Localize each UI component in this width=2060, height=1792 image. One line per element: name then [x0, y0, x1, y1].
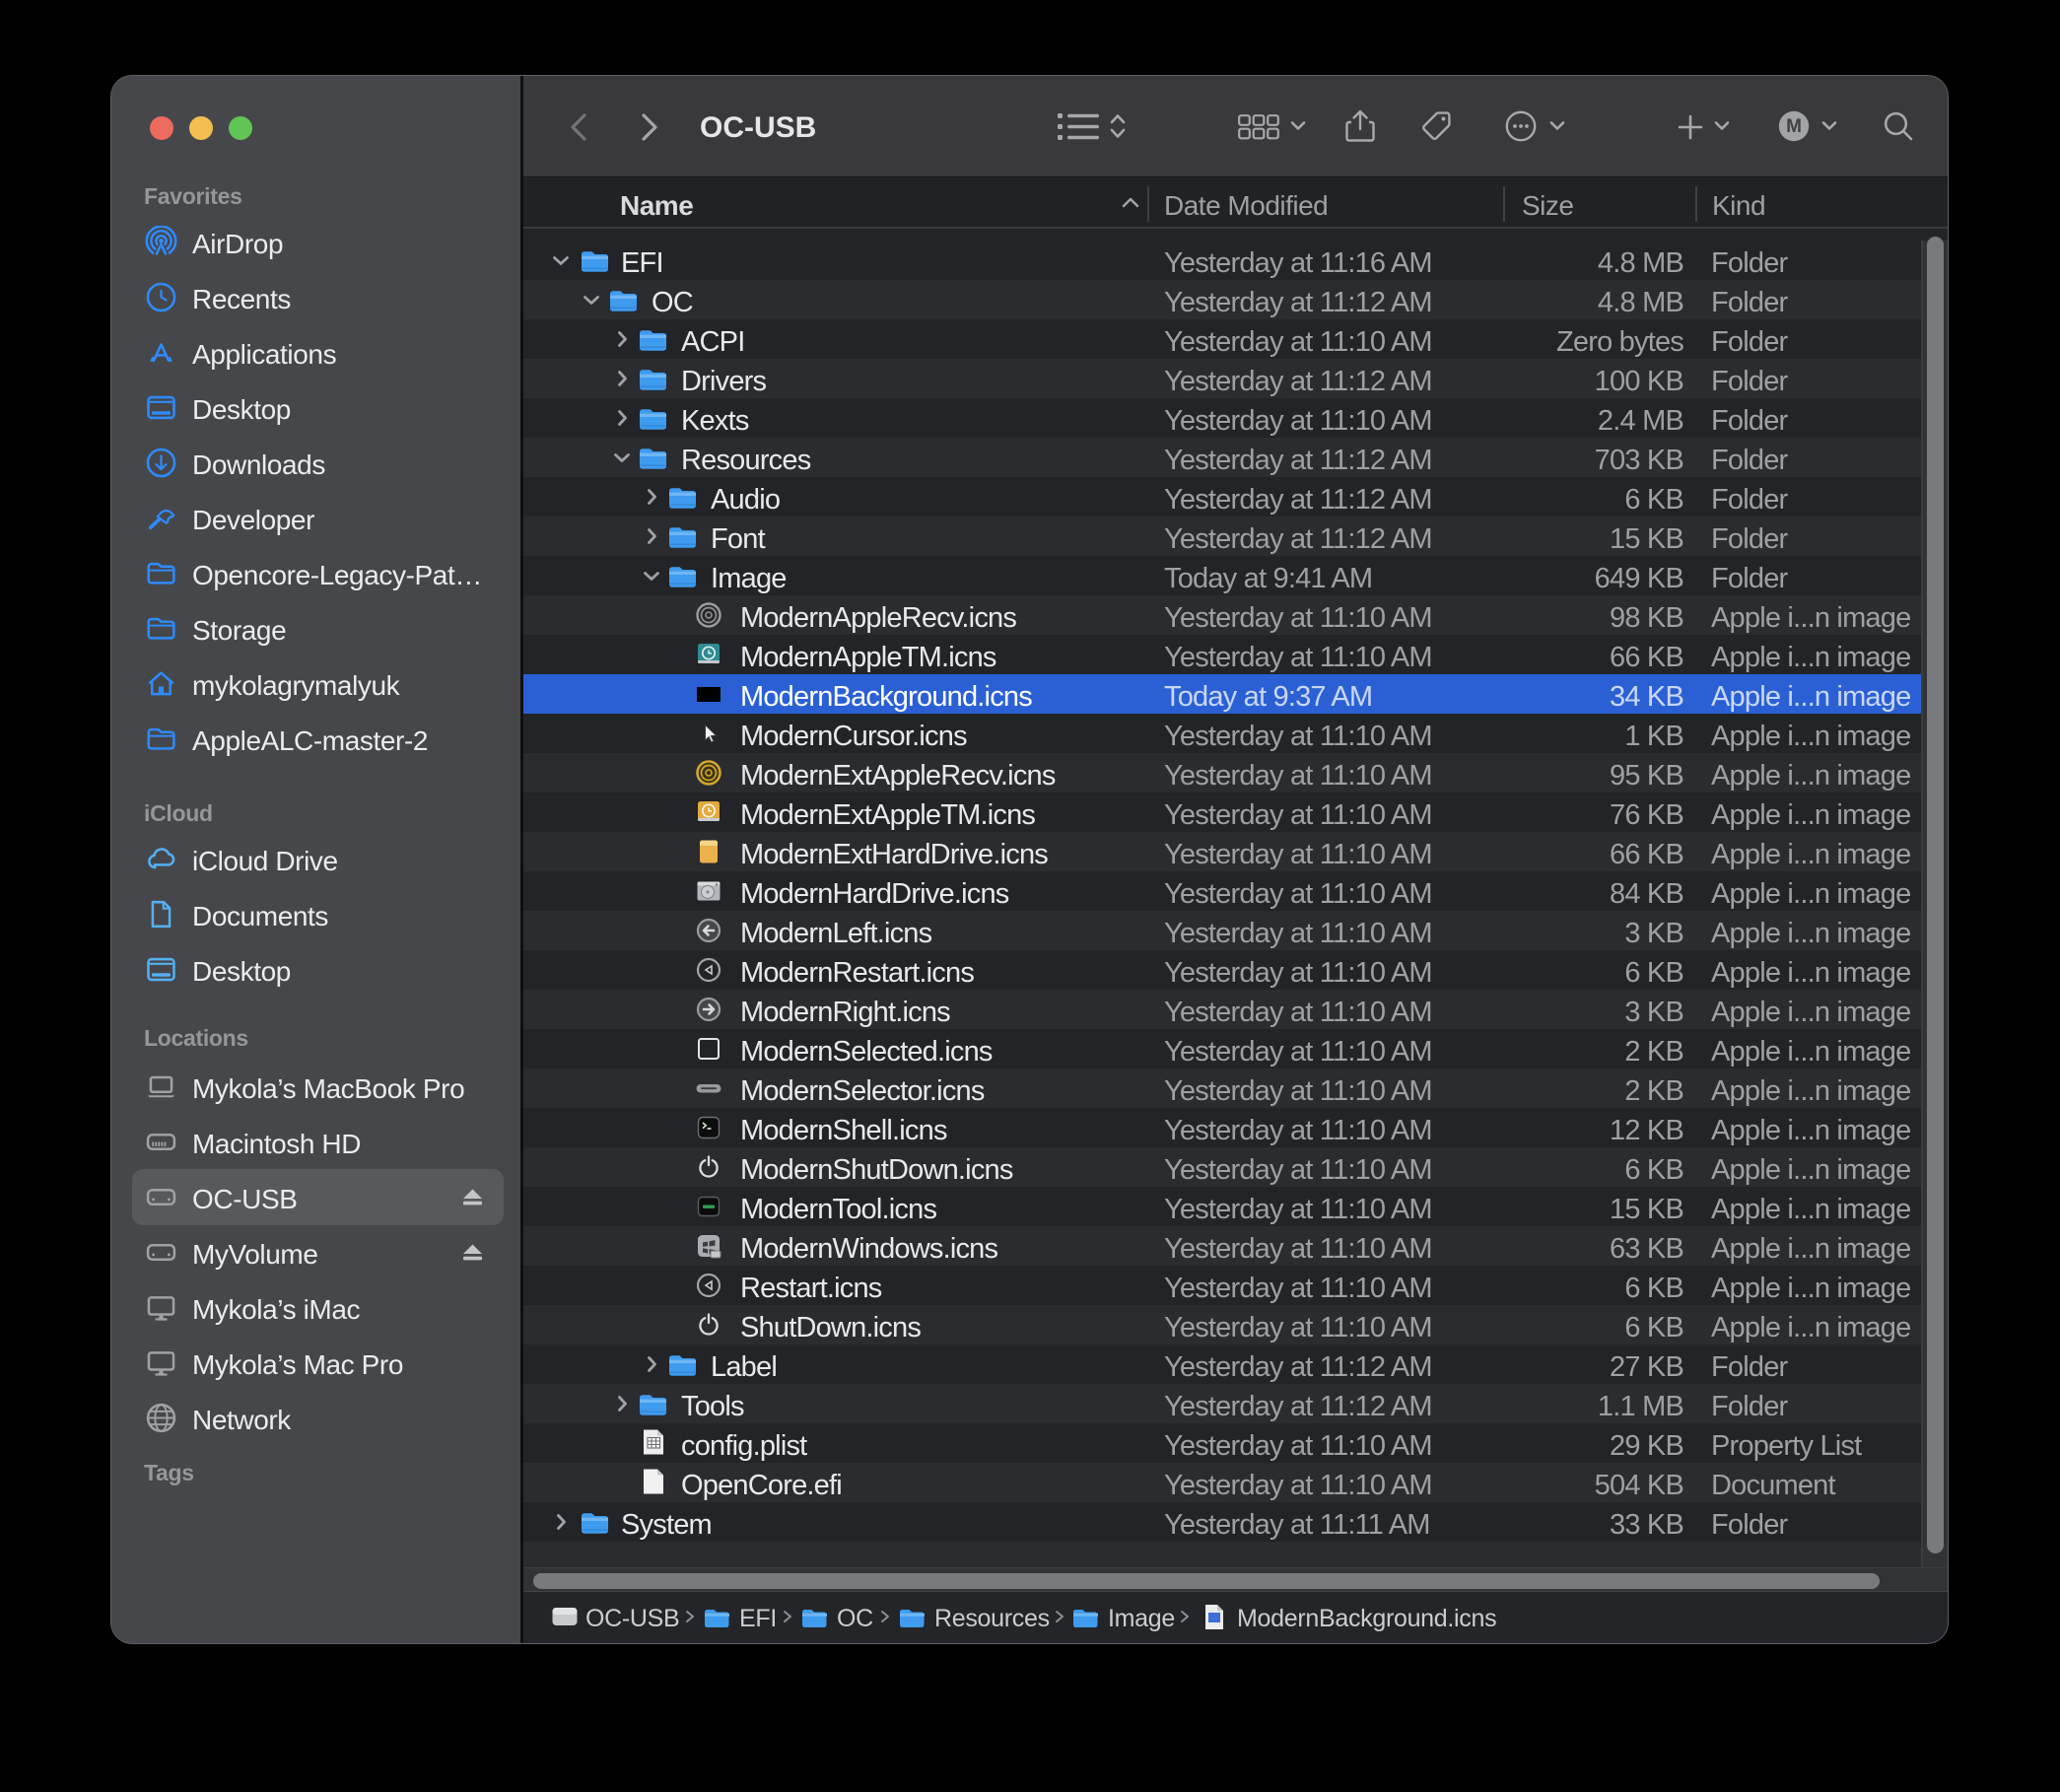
svg-text:M: M [1786, 116, 1802, 137]
